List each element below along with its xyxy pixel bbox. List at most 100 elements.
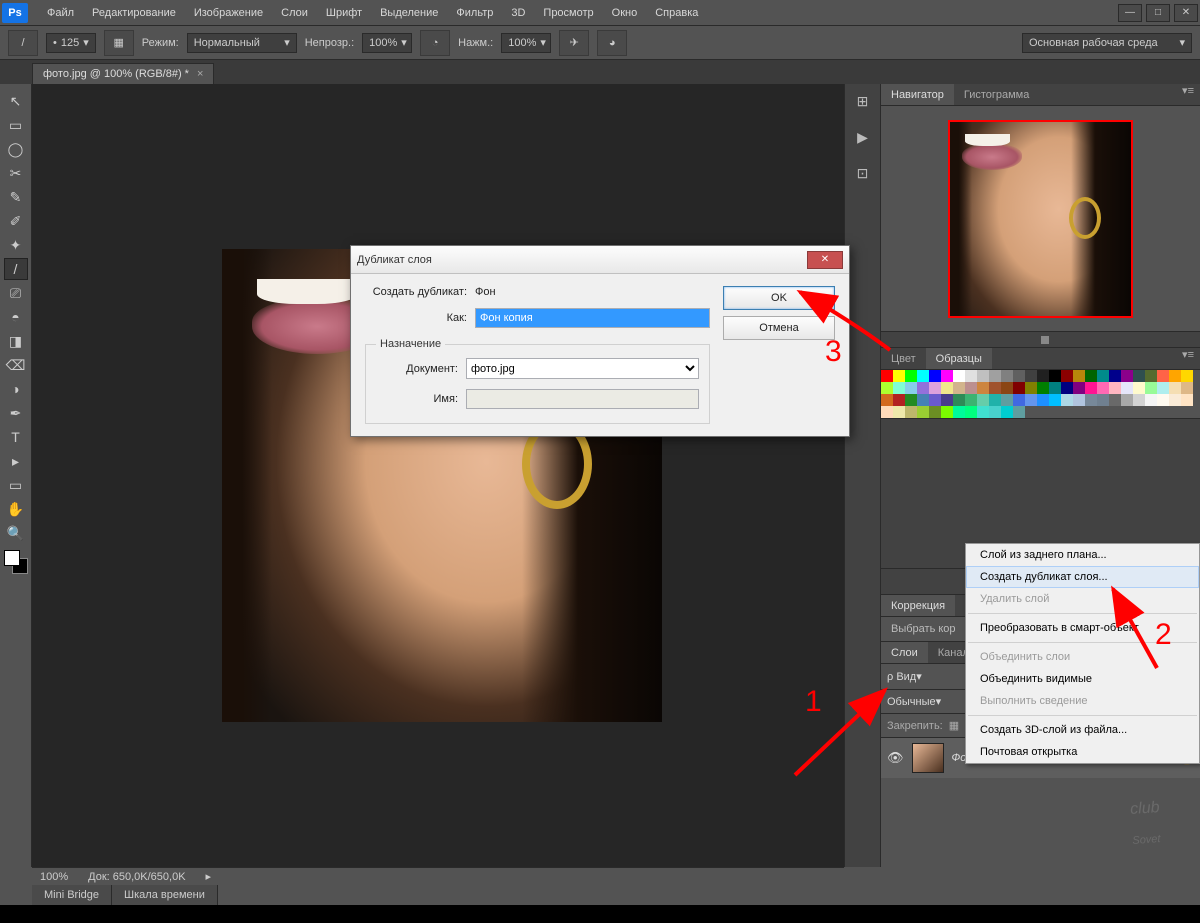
swatch[interactable] [1181,370,1193,382]
swatch[interactable] [1025,370,1037,382]
flow-input[interactable]: 100%▾ [501,33,551,53]
swatch[interactable] [1097,394,1109,406]
navigator-thumbnail[interactable] [948,120,1133,318]
lasso-tool[interactable]: ◯ [4,138,28,160]
swatch[interactable] [1085,394,1097,406]
swatch[interactable] [1133,382,1145,394]
pen-tool[interactable]: ✒ [4,402,28,424]
window-maximize-button[interactable]: □ [1146,4,1170,22]
swatch[interactable] [977,406,989,418]
menu-edit[interactable]: Редактирование [83,0,185,26]
menu-select[interactable]: Выделение [371,0,447,26]
swatch[interactable] [953,382,965,394]
dodge-tool[interactable]: ◑ [4,378,28,400]
menu-type[interactable]: Шрифт [317,0,371,26]
menu-image[interactable]: Изображение [185,0,272,26]
swatch[interactable] [941,394,953,406]
swatch[interactable] [1085,370,1097,382]
tab-adjustments[interactable]: Коррекция [881,595,955,616]
menu-view[interactable]: Просмотр [534,0,602,26]
context-menu-item[interactable]: Слой из заднего плана... [966,544,1199,566]
panel-icon-2[interactable]: ▶ [852,126,874,148]
swatch[interactable] [1025,394,1037,406]
swatch[interactable] [881,382,893,394]
menu-filter[interactable]: Фильтр [447,0,502,26]
swatch[interactable] [977,370,989,382]
swatch[interactable] [977,394,989,406]
workspace-switcher[interactable]: Основная рабочая среда▾ [1022,33,1192,53]
swatch[interactable] [1037,382,1049,394]
swatch[interactable] [881,370,893,382]
swatch[interactable] [1109,382,1121,394]
swatch[interactable] [881,406,893,418]
swatch[interactable] [917,370,929,382]
airbrush-icon[interactable]: ✈ [559,30,589,56]
swatch[interactable] [929,394,941,406]
type-tool[interactable]: T [4,426,28,448]
shape-tool[interactable]: ▭ [4,474,28,496]
path-tool[interactable]: ▸ [4,450,28,472]
swatch[interactable] [1001,370,1013,382]
swatch[interactable] [1049,394,1061,406]
cancel-button[interactable]: Отмена [723,316,835,340]
swatch[interactable] [1001,394,1013,406]
tab-mini-bridge[interactable]: Mini Bridge [32,885,112,905]
swatch[interactable] [989,382,1001,394]
swatch[interactable] [1013,406,1025,418]
swatch[interactable] [1013,382,1025,394]
history-brush-tool[interactable]: ◓ [4,306,28,328]
panel-menu-icon[interactable]: ▾≡ [1176,348,1200,369]
swatch[interactable] [929,382,941,394]
brush-preset-picker[interactable]: •125▾ [46,33,96,53]
swatch[interactable] [893,370,905,382]
swatch[interactable] [905,406,917,418]
pressure-size-icon[interactable]: ◕ [597,30,627,56]
panel-icon-1[interactable]: ⊞ [852,90,874,112]
swatch[interactable] [1049,370,1061,382]
window-minimize-button[interactable]: — [1118,4,1142,22]
brush-tool-icon[interactable]: / [8,30,38,56]
swatch[interactable] [1025,382,1037,394]
brush-panel-toggle[interactable]: ▦ [104,30,134,56]
swatch[interactable] [1037,370,1049,382]
swatch[interactable] [1073,394,1085,406]
zoom-tool[interactable]: 🔍 [4,522,28,544]
menu-file[interactable]: Файл [38,0,83,26]
navigator-zoom-slider[interactable] [881,332,1200,348]
swatch[interactable] [905,394,917,406]
document-tab[interactable]: фото.jpg @ 100% (RGB/8#) * × [32,63,214,84]
dialog-close-button[interactable]: ✕ [807,251,843,269]
swatch[interactable] [941,382,953,394]
swatch[interactable] [1085,382,1097,394]
context-menu-item[interactable]: Почтовая открытка [966,741,1199,763]
context-menu-item[interactable]: Создать дубликат слоя... [966,566,1199,588]
swatch[interactable] [1169,370,1181,382]
panel-menu-icon[interactable]: ▾≡ [1176,84,1200,105]
dup-as-input[interactable] [475,308,710,328]
eraser-tool[interactable]: ◨ [4,330,28,352]
swatch[interactable] [893,382,905,394]
menu-layer[interactable]: Слои [272,0,317,26]
swatch[interactable] [1133,370,1145,382]
swatch[interactable] [905,382,917,394]
swatch[interactable] [1061,370,1073,382]
swatch[interactable] [1133,394,1145,406]
swatch[interactable] [1097,382,1109,394]
context-menu-item[interactable]: Создать 3D-слой из файла... [966,719,1199,741]
magic-wand-tool[interactable]: ✦ [4,234,28,256]
swatch[interactable] [1001,382,1013,394]
swatch[interactable] [917,406,929,418]
context-menu-item[interactable]: Объединить видимые [966,668,1199,690]
menu-help[interactable]: Справка [646,0,707,26]
crop-tool[interactable]: ✂ [4,162,28,184]
swatch[interactable] [1181,382,1193,394]
swatch[interactable] [965,406,977,418]
panel-icon-3[interactable]: ⊡ [852,162,874,184]
marquee-tool[interactable]: ▭ [4,114,28,136]
swatch[interactable] [965,382,977,394]
swatch[interactable] [1109,394,1121,406]
swatch[interactable] [1145,370,1157,382]
swatch[interactable] [917,382,929,394]
swatch[interactable] [929,370,941,382]
swatch[interactable] [917,394,929,406]
